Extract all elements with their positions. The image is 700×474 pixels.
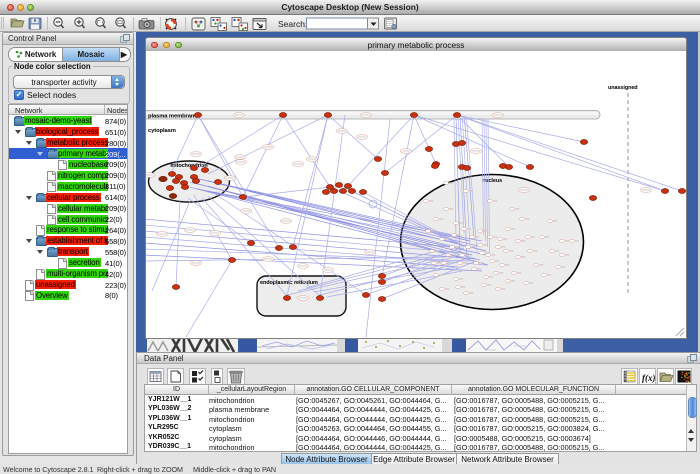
svg-text:endoplasmic reticulum: endoplasmic reticulum [260,280,318,286]
svg-text:Search:: Search: [278,19,307,29]
svg-text:cytoplasm: cytoplasm [148,128,176,134]
svg-text:f(x): f(x) [642,373,656,383]
svg-text:unassigned: unassigned [608,85,638,91]
svg-text:plasma membrane: plasma membrane [148,114,198,120]
